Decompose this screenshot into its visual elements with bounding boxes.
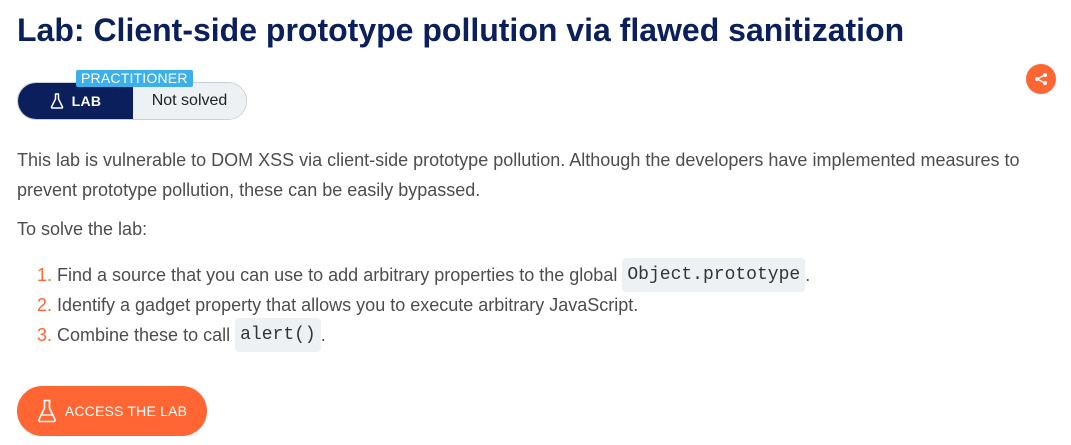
list-item: 1. Find a source that you can use to add… (17, 258, 811, 292)
flask-icon (50, 93, 63, 109)
code-snippet: Object.prototype (622, 258, 806, 292)
list-item: 3. Combine these to call alert(). (17, 318, 810, 352)
access-lab-button[interactable]: ACCESS THE LAB (17, 386, 207, 436)
step-suffix: . (320, 325, 326, 345)
share-icon (1035, 73, 1047, 85)
access-lab-label: ACCESS THE LAB (64, 403, 188, 419)
solve-intro: To solve the lab: (17, 219, 148, 239)
list-item: 2. Identify a gadget property that allow… (17, 290, 810, 320)
solution-steps: 1. Find a source that you can use to add… (17, 258, 811, 352)
flask-icon (37, 399, 56, 423)
code-snippet: alert() (235, 318, 321, 352)
step-text: Identify a gadget property that allows y… (57, 295, 639, 315)
lab-type-label: LAB (18, 83, 133, 119)
step-suffix: . (805, 265, 811, 285)
step-number: 1. (37, 265, 53, 285)
step-text: Find a source that you can use to add ar… (57, 265, 618, 285)
lab-status-pill: LAB Not solved (17, 82, 247, 120)
status-badge: Not solved (133, 83, 246, 119)
level-badge: PRACTITIONER (76, 70, 193, 87)
share-button[interactable] (1026, 64, 1056, 94)
step-number: 2. (37, 295, 53, 315)
step-text: Combine these to call (57, 325, 231, 345)
lab-type-text: LAB (71, 93, 102, 109)
lab-description: This lab is vulnerable to DOM XSS via cl… (17, 150, 1020, 200)
step-number: 3. (37, 325, 53, 345)
page-title: Lab: Client-side prototype pollution via… (17, 12, 905, 48)
